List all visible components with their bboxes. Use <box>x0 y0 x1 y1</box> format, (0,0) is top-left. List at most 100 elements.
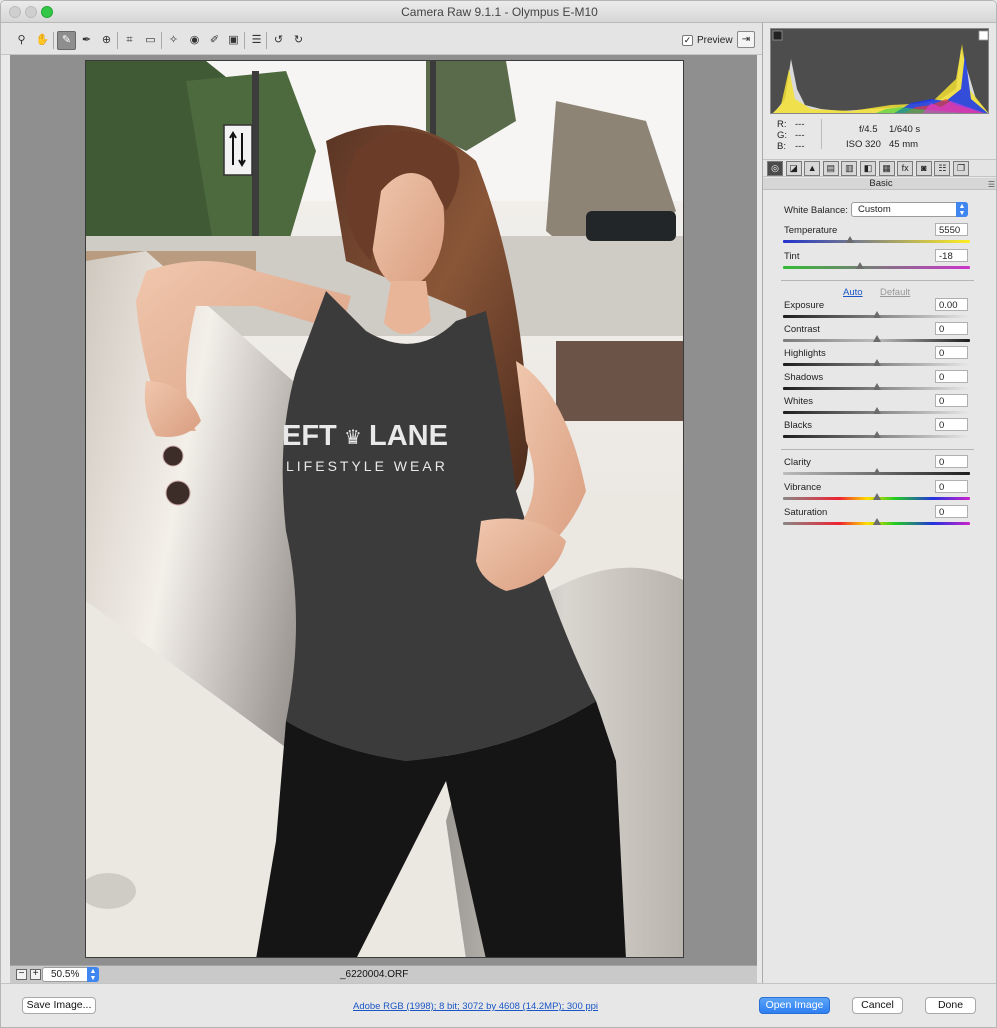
tint-value-field[interactable]: -18 <box>935 249 968 262</box>
toolbar-separator <box>53 32 54 49</box>
zoom-tool-icon[interactable]: ⚲ <box>12 31 31 50</box>
tint-slider-track[interactable] <box>783 266 970 269</box>
open-image-button[interactable]: Open Image <box>759 997 830 1014</box>
highlights-slider-thumb[interactable] <box>872 359 881 366</box>
lens-corrections-tab-icon[interactable]: ◧ <box>860 161 876 176</box>
temperature-value-field[interactable]: 5550 <box>935 223 968 236</box>
fullscreen-toggle-icon[interactable]: ⇥ <box>737 31 755 48</box>
clarity-label: Clarity <box>784 457 811 468</box>
clarity-slider-row: Clarity 0 <box>763 455 996 481</box>
readout-divider <box>821 119 822 149</box>
preview-status-bar: − + 50.5% ▲ ▼ _6220004.ORF <box>10 965 757 983</box>
tint-slider-thumb[interactable] <box>855 262 864 269</box>
crop-tool-icon[interactable]: ⌗ <box>120 31 139 50</box>
cancel-button[interactable]: Cancel <box>852 997 903 1014</box>
hand-tool-icon[interactable]: ✋ <box>33 31 52 50</box>
highlights-label: Highlights <box>784 348 826 359</box>
title-bar: Camera Raw 9.1.1 - Olympus E-M10 <box>1 1 996 23</box>
exposure-value-field[interactable]: 0.00 <box>935 298 968 311</box>
adjustment-brush-icon[interactable]: ✐ <box>205 31 224 50</box>
snapshots-tab-icon[interactable]: ❐ <box>953 161 969 176</box>
toolbar-separator <box>161 32 162 49</box>
preview-checkbox[interactable]: ✓ <box>682 34 693 46</box>
detail-tab-icon[interactable]: ▲ <box>804 161 821 176</box>
split-toning-tab-icon[interactable]: ▥ <box>841 161 858 176</box>
focal-length-value: 45 mm <box>889 139 919 150</box>
contrast-slider-row: Contrast 0 <box>763 322 996 348</box>
image-preview-area[interactable]: EFT ♛ LANE LIFESTYLE WEAR <box>10 55 757 965</box>
camera-raw-window: Camera Raw 9.1.1 - Olympus E-M10 ⚲ ✋ ✎ ✒ ⊕ ⌗ ▭… <box>0 0 997 1028</box>
window-title: Camera Raw 9.1.1 - Olympus E-M10 <box>401 5 598 19</box>
graduated-filter-icon[interactable]: ▣ <box>224 31 243 50</box>
pixel-readout: R: --- G: --- B: --- f/4.5 1/640 s ISO 3… <box>763 115 996 155</box>
tone-curve-tab-icon[interactable]: ◪ <box>785 161 802 176</box>
preview-toggle[interactable]: ✓ Preview <box>682 33 733 47</box>
temperature-slider-track[interactable] <box>783 240 970 243</box>
auto-link[interactable]: Auto <box>843 287 863 298</box>
done-button[interactable]: Done <box>925 997 976 1014</box>
zoom-in-button[interactable]: + <box>30 969 41 980</box>
rotate-left-icon[interactable]: ↺ <box>269 31 288 50</box>
clarity-slider-thumb[interactable] <box>872 468 881 475</box>
white-balance-label: White Balance: <box>784 205 848 216</box>
contrast-value-field[interactable]: 0 <box>935 322 968 335</box>
save-image-button[interactable]: Save Image... <box>22 997 96 1014</box>
histogram <box>770 28 989 114</box>
white-balance-tool-icon[interactable]: ✎ <box>57 31 76 50</box>
targeted-adjustment-tool-icon[interactable]: ⊕ <box>97 31 116 50</box>
zoom-level-select[interactable]: 50.5% ▲ ▼ <box>42 967 99 982</box>
portrait-photo: EFT ♛ LANE LIFESTYLE WEAR <box>86 61 683 957</box>
shadows-slider-thumb[interactable] <box>872 383 881 390</box>
rotate-right-icon[interactable]: ↻ <box>289 31 308 50</box>
color-sampler-tool-icon[interactable]: ✒ <box>77 31 96 50</box>
saturation-value-field[interactable]: 0 <box>935 505 968 518</box>
whites-value-field[interactable]: 0 <box>935 394 968 407</box>
blacks-slider-row: Blacks 0 <box>763 418 996 444</box>
shadows-value-field[interactable]: 0 <box>935 370 968 383</box>
highlights-value-field[interactable]: 0 <box>935 346 968 359</box>
workflow-options-link[interactable]: Adobe RGB (1998); 8 bit; 3072 by 4608 (1… <box>353 1001 598 1012</box>
r-value: --- <box>795 119 805 130</box>
clarity-value-field[interactable]: 0 <box>935 455 968 468</box>
vibrance-slider-thumb[interactable] <box>872 493 881 500</box>
iso-value: ISO 320 <box>846 139 881 150</box>
red-eye-removal-tool-icon[interactable]: ◉ <box>185 31 204 50</box>
fx-tab-icon[interactable]: fx <box>897 161 914 176</box>
default-link[interactable]: Default <box>880 287 910 298</box>
highlight-clipping-warning-icon <box>978 30 988 41</box>
shadow-clipping-warning-icon <box>772 30 783 41</box>
spot-removal-tool-icon[interactable]: ✧ <box>164 31 183 50</box>
exposure-slider-row: Exposure 0.00 <box>763 298 996 324</box>
effects-tab-icon[interactable]: ▦ <box>878 161 895 176</box>
shirt-crown-icon: ♛ <box>344 425 362 449</box>
white-balance-select[interactable]: Custom ▲ ▼ <box>851 202 968 217</box>
temperature-slider-thumb[interactable] <box>846 236 855 243</box>
chevron-updown-icon: ▲ ▼ <box>956 202 968 217</box>
file-name: _6220004.ORF <box>340 969 409 980</box>
g-label: G: <box>777 130 788 141</box>
whites-slider-row: Whites 0 <box>763 394 996 420</box>
whites-slider-thumb[interactable] <box>872 407 881 414</box>
preview-label: Preview <box>697 34 733 46</box>
aperture-value: f/4.5 <box>859 124 878 135</box>
preferences-icon[interactable]: ☰ <box>247 31 266 50</box>
shutter-value: 1/640 s <box>889 124 921 135</box>
zoom-out-button[interactable]: − <box>16 969 27 980</box>
b-value: --- <box>795 141 805 152</box>
panel-menu-icon[interactable]: ☰ <box>988 179 995 190</box>
straighten-tool-icon[interactable]: ▭ <box>141 31 160 50</box>
highlights-slider-row: Highlights 0 <box>763 346 996 372</box>
white-balance-value: Custom <box>858 204 891 215</box>
blacks-value-field[interactable]: 0 <box>935 418 968 431</box>
blacks-slider-thumb[interactable] <box>872 431 881 438</box>
exposure-slider-thumb[interactable] <box>872 311 881 318</box>
shadows-label: Shadows <box>784 372 824 383</box>
basic-tab-icon[interactable]: ◎ <box>767 161 783 176</box>
camera-calibration-tab-icon[interactable]: ◙ <box>915 161 932 176</box>
basic-panel-title: Basic <box>869 178 893 189</box>
saturation-slider-thumb[interactable] <box>872 518 881 525</box>
vibrance-value-field[interactable]: 0 <box>935 480 968 493</box>
contrast-slider-thumb[interactable] <box>872 335 881 342</box>
presets-tab-icon[interactable]: ☷ <box>934 161 951 176</box>
hsl-tab-icon[interactable]: ▤ <box>822 161 839 176</box>
